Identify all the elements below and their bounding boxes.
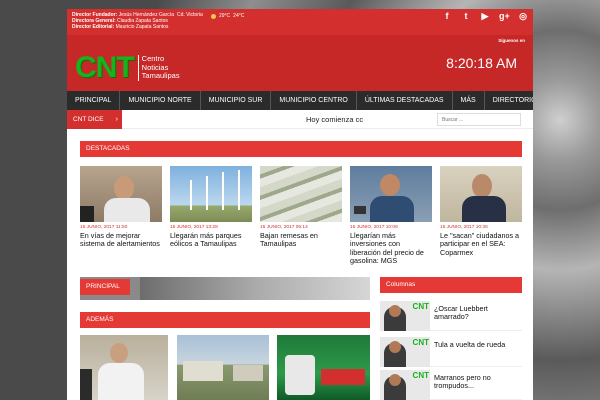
nav-item-municipio-centro[interactable]: MUNICIPIO CENTRO: [271, 91, 357, 110]
temperature-high: 24°C: [233, 13, 245, 19]
social-links: f t ▶ g+ ◎: [442, 12, 528, 21]
article-thumbnail[interactable]: [260, 166, 342, 222]
google-plus-icon[interactable]: g+: [499, 12, 510, 21]
article-title[interactable]: Le "sacan" ciudadanos a participar en el…: [440, 231, 522, 257]
column-logo: CNT: [412, 371, 429, 380]
twitter-icon[interactable]: t: [461, 12, 471, 21]
article-title[interactable]: En vías de mejorar sistema de alertamien…: [80, 231, 162, 249]
youtube-icon[interactable]: ▶: [480, 12, 490, 21]
site-logo[interactable]: CNT Centro Noticias Tamaulipas: [75, 53, 180, 83]
column-item[interactable]: CNT ¿Oscar Luebbert amarrado?: [380, 301, 522, 331]
section-header-ademas: ADEMÁS: [80, 312, 370, 328]
page-container: Director Fundador: Jesús Hernández Garcí…: [67, 9, 533, 400]
staff-line: Director Editorial: Mauricio Zapata Sant…: [72, 24, 174, 30]
nav-item-principal[interactable]: PRINCIPAL: [67, 91, 121, 110]
article-card[interactable]: 15 JUNIO, 2017 13:28 Llegarán más parque…: [170, 166, 252, 249]
article-thumbnail[interactable]: [80, 335, 168, 400]
ticker-label-text: CNT DICE: [73, 116, 104, 123]
column-title[interactable]: ¿Oscar Luebbert amarrado?: [434, 304, 522, 322]
logo-mark: CNT: [75, 51, 135, 84]
nav-item-ultimas-destacadas[interactable]: ÚLTIMAS DESTACADAS: [357, 91, 453, 110]
weather-widget: 29°C 24°C: [211, 13, 244, 19]
article-title[interactable]: Llegarán más parques eólicos a Tamaulipa…: [170, 231, 252, 249]
article-thumbnail[interactable]: [177, 335, 269, 400]
slider-image: [140, 277, 370, 300]
news-ticker: CNT DICE › Hoy comienza cc: [67, 110, 533, 129]
columnist-face: [389, 305, 401, 317]
column-item[interactable]: CNT Tula a vuelta de rueda: [380, 337, 522, 367]
chevron-right-icon: ›: [115, 116, 118, 123]
column-thumbnail[interactable]: CNT: [380, 337, 430, 367]
column-title[interactable]: Marranos pero no trompudos...: [434, 373, 522, 391]
section-header-destacadas: DESTACADAS: [80, 141, 522, 157]
article-thumbnail[interactable]: [170, 166, 252, 222]
nav-item-municipio-sur[interactable]: MUNICIPIO SUR: [201, 91, 272, 110]
column-title[interactable]: Tula a vuelta de rueda: [434, 340, 522, 349]
article-card[interactable]: 15 JUNIO, 2017 11:50 En vías de mejorar …: [80, 166, 162, 249]
column-logo: CNT: [412, 302, 429, 311]
search-input[interactable]: [437, 113, 521, 126]
staff-list: Director Fundador: Jesús Hernández Garcí…: [72, 12, 174, 30]
columnist-face: [389, 341, 401, 353]
article-thumbnail[interactable]: [80, 166, 162, 222]
header-clock: 8:20:18 AM: [446, 55, 517, 71]
article-date: 15 JUNIO, 2017 05:14: [260, 225, 308, 230]
weather-location: Cd. Victoria: [177, 12, 203, 18]
principal-slider[interactable]: PRINCIPAL: [80, 277, 370, 300]
section-header-principal: PRINCIPAL: [80, 279, 130, 295]
sun-icon: [211, 13, 216, 19]
article-date: 15 JUNIO, 2017 13:28: [170, 225, 218, 230]
article-thumbnail[interactable]: [350, 166, 432, 222]
follow-us-text: Síguenos en: [498, 38, 525, 43]
logo-subtitle: Centro Noticias Tamaulipas: [137, 55, 180, 81]
site-header: Síguenos en CNT Centro Noticias Tamaulip…: [67, 35, 533, 91]
nav-item-mas[interactable]: MÁS: [453, 91, 485, 110]
section-header-columnas: Columnas: [380, 277, 522, 293]
nav-item-directorio[interactable]: DIRECTORIO: [485, 91, 533, 110]
article-date: 15 JUNIO, 2017 10:08: [350, 225, 398, 230]
article-date: 15 JUNIO, 2017 11:50: [80, 225, 128, 230]
column-item[interactable]: CNT Marranos pero no trompudos...: [380, 370, 522, 400]
facebook-icon[interactable]: f: [442, 12, 452, 21]
ticker-headline[interactable]: Hoy comienza cc: [306, 110, 363, 129]
article-title[interactable]: Llegarían más inversiones con liberación…: [350, 231, 432, 266]
nav-item-municipio-norte[interactable]: MUNICIPIO NORTE: [120, 91, 201, 110]
ticker-label: CNT DICE ›: [67, 110, 122, 129]
staff-role: Director Editorial:: [72, 24, 115, 30]
article-card[interactable]: 15 JUNIO, 2017 05:14 Bajan remesas en Ta…: [260, 166, 342, 249]
article-date: 15 JUNIO, 2017 10:36: [440, 225, 488, 230]
article-title[interactable]: Bajan remesas en Tamaulipas: [260, 231, 342, 249]
article-thumbnail[interactable]: [277, 335, 370, 400]
main-nav: PRINCIPAL MUNICIPIO NORTE MUNICIPIO SUR …: [67, 91, 533, 110]
columnist-face: [389, 374, 401, 386]
article-card[interactable]: 15 JUNIO, 2017 10:36 Le "sacan" ciudadan…: [440, 166, 522, 257]
column-thumbnail[interactable]: CNT: [380, 301, 430, 331]
column-thumbnail[interactable]: CNT: [380, 370, 430, 400]
temperature-low: 29°C: [219, 13, 231, 19]
column-logo: CNT: [412, 338, 429, 347]
staff-name: Mauricio Zapata Santos: [115, 24, 169, 30]
article-thumbnail[interactable]: [440, 166, 522, 222]
logo-line: Tamaulipas: [141, 71, 180, 81]
article-card[interactable]: 15 JUNIO, 2017 10:08 Llegarían más inver…: [350, 166, 432, 266]
instagram-icon[interactable]: ◎: [518, 12, 528, 21]
top-strip: Director Fundador: Jesús Hernández Garcí…: [67, 9, 533, 35]
